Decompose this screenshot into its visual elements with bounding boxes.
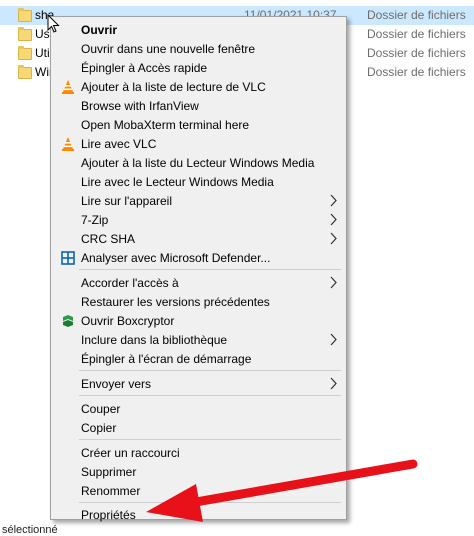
menu-separator	[79, 439, 341, 440]
chevron-right-icon	[330, 213, 337, 226]
menu-item-crc-sha[interactable]: CRC SHA	[51, 229, 346, 248]
file-explorer: sha 11/01/2021 10:37 Dossier de fichiers…	[0, 0, 474, 536]
folder-icon	[18, 27, 32, 41]
menu-item-open-boxcryptor[interactable]: Ouvrir Boxcryptor	[51, 311, 346, 330]
menu-item-delete[interactable]: Supprimer	[51, 462, 346, 481]
menu-item-label: Propriétés	[81, 508, 136, 522]
context-menu: Ouvrir Ouvrir dans une nouvelle fenêtre …	[50, 16, 347, 522]
menu-item-label: Ajouter à la liste de lecture de VLC	[81, 80, 266, 94]
menu-item-label: Créer un raccourci	[81, 446, 180, 460]
menu-item-include-library[interactable]: Inclure dans la bibliothèque	[51, 330, 346, 349]
menu-item-open-new-window[interactable]: Ouvrir dans une nouvelle fenêtre	[51, 39, 346, 58]
folder-icon	[18, 8, 32, 22]
menu-item-label: Ouvrir dans une nouvelle fenêtre	[81, 42, 256, 56]
menu-item-restore-versions[interactable]: Restaurer les versions précédentes	[51, 292, 346, 311]
menu-item-7zip[interactable]: 7-Zip	[51, 210, 346, 229]
menu-separator	[79, 395, 341, 396]
mouse-cursor-icon	[47, 14, 60, 33]
menu-item-open-mobaxterm[interactable]: Open MobaXterm terminal here	[51, 115, 346, 134]
menu-separator	[79, 370, 341, 371]
menu-item-label: Open MobaXterm terminal here	[81, 118, 250, 132]
menu-item-label: Couper	[81, 402, 121, 416]
menu-item-play-vlc[interactable]: Lire avec VLC	[51, 134, 346, 153]
menu-item-label: Envoyer vers	[81, 377, 152, 391]
folder-icon	[18, 65, 32, 79]
menu-item-rename[interactable]: Renommer	[51, 481, 346, 500]
menu-separator	[79, 502, 341, 503]
file-type: Dossier de fichiers	[367, 8, 466, 22]
menu-item-label: Browse with IrfanView	[81, 99, 199, 113]
menu-item-pin-quick-access[interactable]: Épingler à Accès rapide	[51, 58, 346, 77]
chevron-right-icon	[330, 276, 337, 289]
menu-item-label: Lire sur l'appareil	[81, 194, 173, 208]
menu-item-label: 7-Zip	[81, 213, 109, 227]
menu-item-give-access[interactable]: Accorder l'accès à	[51, 273, 346, 292]
menu-item-browse-irfanview[interactable]: Browse with IrfanView	[51, 96, 346, 115]
menu-item-label: Ouvrir	[81, 23, 118, 37]
menu-item-label: Épingler à l'écran de démarrage	[81, 352, 252, 366]
vlc-cone-icon	[62, 137, 74, 151]
menu-item-label: Supprimer	[81, 465, 137, 479]
folder-icon	[18, 46, 32, 60]
file-type: Dossier de fichiers	[367, 46, 466, 60]
menu-item-wmp-add-list[interactable]: Ajouter à la liste du Lecteur Windows Me…	[51, 153, 346, 172]
menu-separator	[79, 269, 341, 270]
menu-item-defender-scan[interactable]: Analyser avec Microsoft Defender...	[51, 248, 346, 267]
menu-item-create-shortcut[interactable]: Créer un raccourci	[51, 443, 346, 462]
chevron-right-icon	[330, 377, 337, 390]
menu-item-label: Épingler à Accès rapide	[81, 61, 208, 75]
menu-item-cut[interactable]: Couper	[51, 399, 346, 418]
chevron-right-icon	[330, 194, 337, 207]
chevron-right-icon	[330, 333, 337, 346]
status-selection-text: sélectionné	[2, 524, 58, 536]
menu-item-label: Inclure dans la bibliothèque	[81, 333, 228, 347]
menu-item-copy[interactable]: Copier	[51, 418, 346, 437]
menu-item-label: Renommer	[81, 484, 141, 498]
menu-item-label: Ouvrir Boxcryptor	[81, 314, 175, 328]
boxcryptor-icon	[63, 315, 73, 327]
defender-shield-icon	[61, 251, 75, 265]
menu-item-label: Lire avec le Lecteur Windows Media	[81, 175, 274, 189]
menu-item-label: Accorder l'accès à	[81, 276, 179, 290]
menu-item-play-on-device[interactable]: Lire sur l'appareil	[51, 191, 346, 210]
menu-item-label: Analyser avec Microsoft Defender...	[81, 251, 271, 265]
menu-item-label: Restaurer les versions précédentes	[81, 295, 270, 309]
menu-item-label: Copier	[81, 421, 117, 435]
vlc-cone-icon	[62, 80, 74, 94]
chevron-right-icon	[330, 232, 337, 245]
menu-item-pin-start[interactable]: Épingler à l'écran de démarrage	[51, 349, 346, 368]
menu-item-label: CRC SHA	[81, 232, 136, 246]
menu-item-properties[interactable]: Propriétés	[51, 505, 346, 524]
menu-item-vlc-add-playlist[interactable]: Ajouter à la liste de lecture de VLC	[51, 77, 346, 96]
menu-item-label: Ajouter à la liste du Lecteur Windows Me…	[81, 156, 315, 170]
menu-item-wmp-play[interactable]: Lire avec le Lecteur Windows Media	[51, 172, 346, 191]
menu-item-send-to[interactable]: Envoyer vers	[51, 374, 346, 393]
file-type: Dossier de fichiers	[367, 27, 466, 41]
file-type: Dossier de fichiers	[367, 65, 466, 79]
menu-item-label: Lire avec VLC	[81, 137, 157, 151]
menu-item-open[interactable]: Ouvrir	[51, 20, 346, 39]
